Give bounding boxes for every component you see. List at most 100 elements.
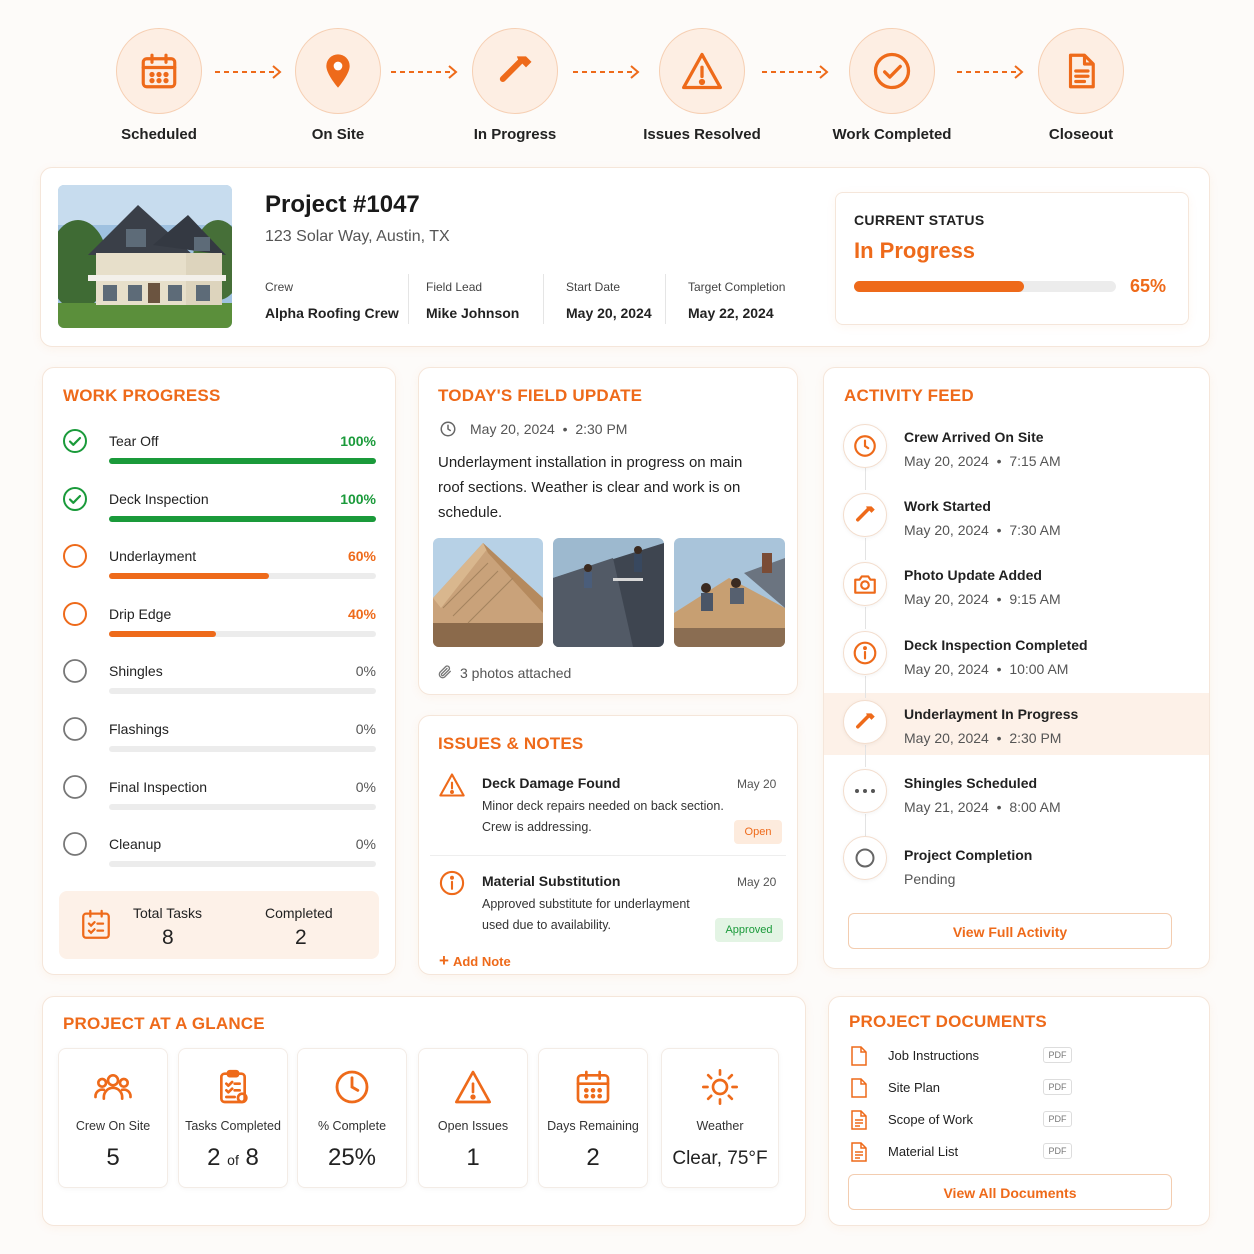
glance-label: Crew On Site xyxy=(75,1119,151,1133)
glance-label: Tasks Completed xyxy=(185,1119,281,1133)
task-name: Tear Off xyxy=(109,433,159,449)
glance-value: 1 xyxy=(466,1144,480,1171)
warning-icon xyxy=(659,28,745,114)
divider xyxy=(665,274,666,324)
roof-photo[interactable] xyxy=(433,538,543,647)
glance-crew-on-site: Crew On Site 5 xyxy=(58,1048,168,1188)
step-work-completed[interactable]: Work Completed xyxy=(817,28,967,143)
task-row[interactable]: Cleanup 0% xyxy=(60,831,378,881)
task-row[interactable]: Final Inspection 0% xyxy=(60,774,378,824)
task-row[interactable]: Drip Edge 40% xyxy=(60,601,378,651)
calendar-icon xyxy=(539,1067,647,1107)
total-tasks-value: 8 xyxy=(162,926,174,949)
activity-clock: 8:00 AM xyxy=(1009,799,1061,815)
project-title: Project #1047 xyxy=(265,191,420,218)
task-percent: 100% xyxy=(340,433,376,449)
activity-date: May 20, 2024 xyxy=(904,730,989,746)
glance-value: 5 xyxy=(106,1144,120,1171)
timeline-line xyxy=(865,607,866,629)
field-update-datetime: May 20, 2024 • 2:30 PM xyxy=(470,421,628,437)
step-label: Work Completed xyxy=(832,126,952,143)
issue-date: May 20 xyxy=(737,875,777,889)
field-update-date: May 20, 2024 xyxy=(470,421,555,437)
issue-description: Approved substitute for underlayment xyxy=(482,897,690,911)
issue-title: Material Substitution xyxy=(482,873,621,889)
activity-time: May 20, 2024 • 10:00 AM xyxy=(904,661,1069,677)
meta-value-target-completion: May 22, 2024 xyxy=(688,305,774,321)
step-scheduled[interactable]: Scheduled xyxy=(84,28,234,143)
task-progress-fill xyxy=(109,573,270,580)
timeline-line xyxy=(865,676,866,698)
completed-tasks-label: Completed xyxy=(265,905,333,921)
task-percent: 40% xyxy=(347,605,376,622)
activity-clock: 7:30 AM xyxy=(1009,522,1061,538)
document-icon xyxy=(1038,28,1124,114)
check-circle-icon xyxy=(63,486,87,511)
field-update-body: Underlayment installation in progress on… xyxy=(438,454,743,521)
meta-label-field-lead: Field Lead xyxy=(426,280,483,294)
sun-icon xyxy=(662,1067,778,1107)
activity-time: May 20, 2024 • 7:15 AM xyxy=(904,453,1061,469)
map-pin-icon xyxy=(295,28,381,114)
roof-photo[interactable] xyxy=(674,538,785,647)
roof-photo[interactable] xyxy=(553,538,664,647)
calendar-icon xyxy=(116,28,202,114)
divider xyxy=(408,274,409,324)
activity-time: May 20, 2024 • 9:15 AM xyxy=(904,591,1061,607)
document-name: Scope of Work xyxy=(888,1112,974,1127)
document-name: Job Instructions xyxy=(888,1048,980,1063)
task-percent: 0% xyxy=(355,778,376,795)
empty-circle-icon xyxy=(63,659,87,684)
empty-circle-icon xyxy=(63,832,87,857)
task-percent: 0% xyxy=(355,721,376,737)
pdf-badge: PDF xyxy=(1043,1143,1072,1159)
attachments-count[interactable]: 3 photos attached xyxy=(460,665,571,681)
step-in-progress[interactable]: In Progress xyxy=(440,28,590,143)
task-name: Flashings xyxy=(109,721,169,737)
hammer-icon xyxy=(472,28,558,114)
task-row[interactable]: Underlayment 60% xyxy=(60,543,378,593)
timeline-line xyxy=(865,468,866,490)
task-row[interactable]: Deck Inspection 100% xyxy=(60,486,378,536)
glance-label: Weather xyxy=(696,1119,744,1133)
step-label: Closeout xyxy=(1048,126,1114,143)
pdf-badge: PDF xyxy=(1043,1047,1072,1063)
camera-icon xyxy=(843,562,887,606)
add-note-button[interactable]: + Add Note xyxy=(439,951,511,971)
task-row[interactable]: Shingles 0% xyxy=(60,658,378,708)
issue-description: used due to availability. xyxy=(482,918,612,932)
glance-title: PROJECT AT A GLANCE xyxy=(63,1014,265,1033)
pdf-badge: PDF xyxy=(1043,1079,1072,1095)
step-label: Scheduled xyxy=(121,126,197,143)
activity-date: May 20, 2024 xyxy=(904,522,989,538)
meta-label-start-date: Start Date xyxy=(566,280,621,294)
activity-title: Shingles Scheduled xyxy=(904,775,1038,791)
issue-description: Crew is addressing. xyxy=(482,820,592,834)
activity-time: May 20, 2024 • 7:30 AM xyxy=(904,522,1061,538)
view-all-documents-button[interactable]: View All Documents xyxy=(848,1174,1172,1210)
task-row[interactable]: Flashings 0% xyxy=(60,716,378,766)
meta-value-crew: Alpha Roofing Crew xyxy=(265,305,399,321)
glance-value: Clear, 75°F xyxy=(672,1148,768,1169)
task-name: Cleanup xyxy=(109,836,162,853)
activity-time: May 21, 2024 • 8:00 AM xyxy=(904,799,1061,815)
issues-title: ISSUES & NOTES xyxy=(438,734,584,753)
in-progress-circle-icon xyxy=(63,544,87,569)
task-progress-fill xyxy=(109,515,376,522)
view-full-activity-button[interactable]: View Full Activity xyxy=(848,913,1172,949)
step-issues-resolved[interactable]: Issues Resolved xyxy=(627,28,777,143)
clipboard-icon xyxy=(179,1067,287,1107)
activity-title: Deck Inspection Completed xyxy=(904,637,1088,653)
divider xyxy=(430,855,786,856)
document-name: Site Plan xyxy=(888,1080,941,1095)
of-label: of xyxy=(227,1152,239,1168)
step-on-site[interactable]: On Site xyxy=(263,28,413,143)
step-closeout[interactable]: Closeout xyxy=(1006,28,1156,143)
status-badge-open: Open xyxy=(734,820,782,844)
status-progress-fill xyxy=(854,281,1025,292)
task-progress-track xyxy=(109,688,376,695)
task-percent: 0% xyxy=(355,836,376,853)
activity-feed-title: ACTIVITY FEED xyxy=(844,386,974,405)
task-row[interactable]: Tear Off 100% xyxy=(60,428,378,478)
timeline-line xyxy=(865,538,866,560)
